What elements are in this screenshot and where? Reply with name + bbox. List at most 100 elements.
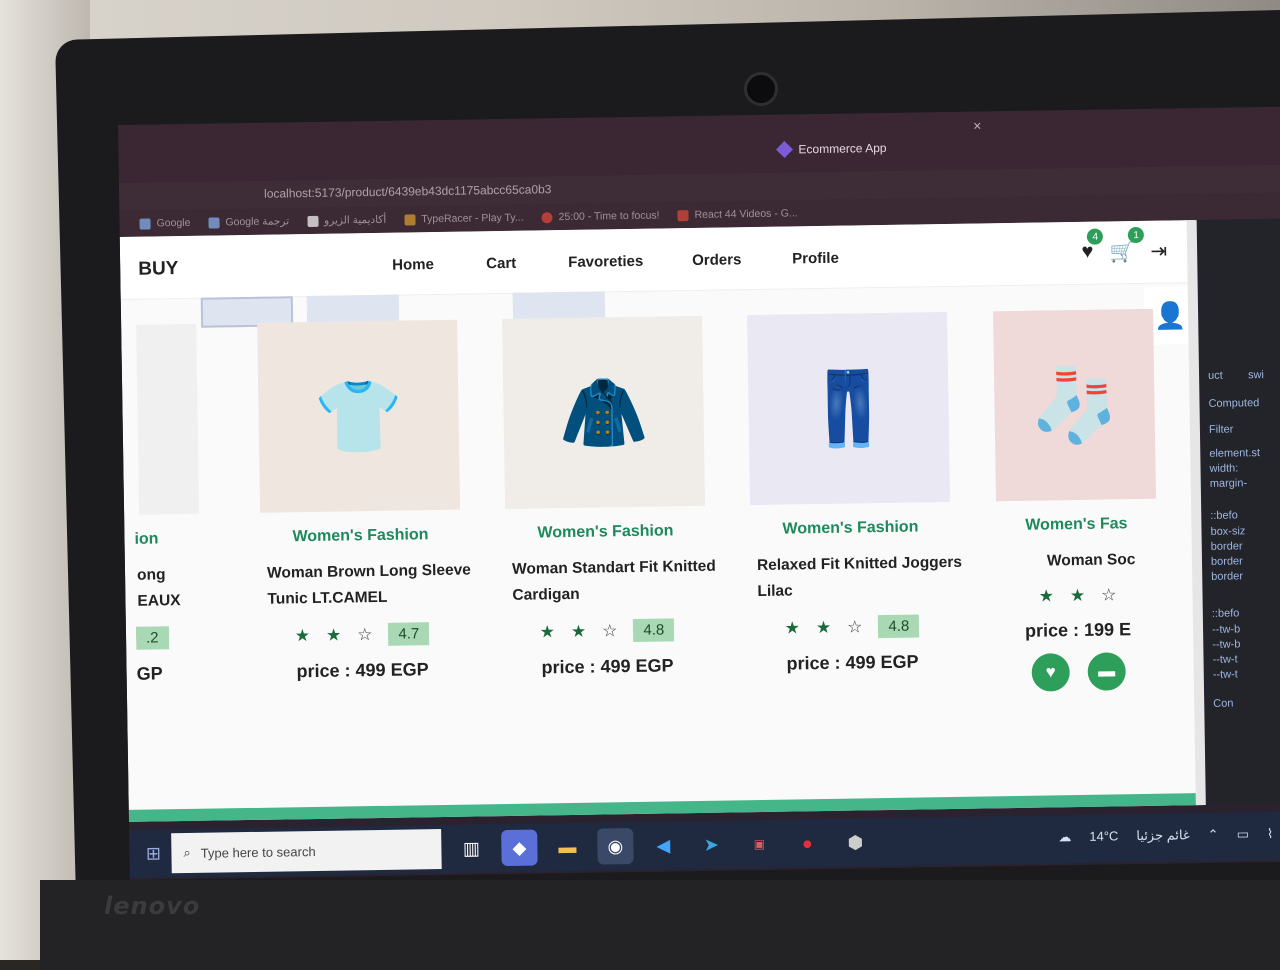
nav-orders[interactable]: Orders: [692, 251, 741, 269]
devtools-text: box-siz: [1210, 525, 1246, 538]
file-explorer-icon[interactable]: ▬: [549, 829, 586, 866]
star-filled-icon: ★: [1038, 586, 1055, 606]
chrome-icon[interactable]: ◉: [597, 827, 634, 865]
telegram-icon[interactable]: ➤: [693, 826, 730, 863]
product-rating: ★ ★ ☆ 4.8: [491, 618, 723, 645]
product-card-partial[interactable]: 🧦 Women's Fas Woman Soc ★ ★ ☆ price : 19…: [983, 308, 1170, 752]
tab-close-icon[interactable]: ×: [973, 117, 981, 133]
app-2018-icon[interactable]: ▣: [741, 826, 778, 863]
chevron-up-icon[interactable]: ⌃: [1208, 827, 1219, 843]
bookmark-typeracer[interactable]: TypeRacer - Play Ty...: [404, 212, 524, 226]
nav-cart[interactable]: Cart: [486, 255, 516, 272]
nav-home[interactable]: Home: [392, 256, 434, 274]
nav-favorites[interactable]: Favoreties: [568, 253, 643, 271]
devtools-text: width:: [1209, 462, 1239, 475]
add-to-cart-button[interactable]: ▬: [1087, 652, 1127, 691]
devtools-text: element.st: [1209, 447, 1261, 460]
laptop-logo: lenovo: [104, 892, 201, 920]
rating-value: 4.8: [878, 614, 920, 639]
devtools-text: --tw-b: [1211, 623, 1241, 636]
star-empty-icon: ☆: [602, 620, 618, 640]
product-price: price : 499 EGP: [541, 655, 674, 678]
product-card[interactable]: 👕 Women's Fashion Woman Brown Long Sleev…: [241, 319, 480, 763]
product-category: Women's Fashion: [782, 518, 919, 538]
vscode-icon[interactable]: ◀: [645, 827, 682, 864]
web-page: BUY Home Cart Favoreties Orders Profile …: [119, 220, 1204, 822]
bookmark-pomodoro[interactable]: 25:00 - Time to focus!: [541, 210, 660, 224]
translate-icon: [208, 216, 220, 229]
nav-icons: ♥ 4 🛒 1 ⇥: [1081, 226, 1167, 265]
battery-icon[interactable]: ▭: [1237, 826, 1250, 842]
bookmark-zero-academy[interactable]: أكاديمية الزيرو: [306, 213, 387, 227]
record-icon[interactable]: ●: [789, 825, 826, 862]
bookmark-react-videos[interactable]: React 44 Videos - G...: [677, 207, 798, 221]
product-rating: .2: [135, 626, 206, 650]
product-title: Woman Standart Fit Knitted Cardigan: [511, 557, 716, 604]
windows-start-icon[interactable]: ⊞: [135, 843, 171, 865]
product-title: Woman Soc: [1046, 551, 1136, 570]
bookmark-label: TypeRacer - Play Ty...: [421, 211, 524, 226]
socks-icon: 🧦: [993, 308, 1156, 502]
url-text[interactable]: localhost:5173/product/6439eb43dc1175abc…: [264, 182, 552, 201]
devtools-text[interactable]: swi: [1248, 369, 1264, 381]
google-icon: [139, 218, 151, 230]
product-category: Women's Fas: [1025, 515, 1128, 534]
devtools-tab-computed[interactable]: Computed: [1208, 397, 1259, 410]
search-icon: ⌕: [183, 844, 191, 861]
bookmark-google-translate[interactable]: Google ترجمة: [208, 215, 289, 228]
devtools-text[interactable]: uct: [1208, 370, 1223, 382]
bookmark-label: أكاديمية الزيرو: [323, 213, 387, 227]
devtools-text: --tw-b: [1212, 638, 1241, 651]
product-category: Women's Fashion: [292, 526, 429, 546]
webcam: [744, 72, 778, 106]
devtools-text: ::befo: [1210, 509, 1238, 522]
e-icon: [306, 215, 319, 227]
typeracer-icon: [404, 213, 416, 226]
taskbar-search[interactable]: ⌕ Type here to search: [171, 829, 442, 874]
product-card-partial[interactable]: ion ong EAUX .2 GP: [131, 323, 208, 765]
star-filled-icon: ★: [294, 625, 311, 645]
rating-value: .2: [135, 626, 169, 650]
weather-icon[interactable]: ☁: [1058, 829, 1071, 845]
star-filled-icon: ★: [815, 617, 832, 637]
star-empty-icon: ☆: [1100, 585, 1117, 605]
bookmark-label: Google: [156, 216, 191, 230]
product-price: price : 499 EGP: [296, 659, 429, 682]
product-card[interactable]: 🧥 Women's Fashion Woman Standart Fit Kni…: [486, 315, 725, 760]
temperature[interactable]: 14°C: [1089, 828, 1118, 844]
product-rating: ★ ★ ☆ 4.7: [246, 621, 478, 648]
virtualbox-icon[interactable]: ⬢: [837, 824, 874, 861]
logout-icon[interactable]: ⇥: [1150, 239, 1167, 264]
copilot-icon[interactable]: ◆: [501, 829, 538, 867]
devtools-text: border: [1210, 555, 1243, 568]
add-to-favorites-button[interactable]: ♥: [1031, 653, 1071, 692]
devtools-text: ::befo: [1211, 607, 1240, 620]
product-carousel: ion ong EAUX .2 GP 👕 Women's Fashion Woma…: [134, 308, 1188, 774]
brand-logo[interactable]: BUY: [138, 258, 178, 281]
devtools-filter[interactable]: Filter: [1209, 424, 1234, 436]
task-view-icon[interactable]: ▥: [453, 830, 490, 867]
devtools-panel: uct swi Computed Filter element.st width…: [1197, 218, 1280, 805]
favorites-count-badge: 4: [1087, 228, 1104, 245]
devtools-text[interactable]: Con: [1213, 698, 1233, 710]
product-category: ion: [134, 530, 159, 548]
product-rating: ★ ★ ☆: [987, 585, 1167, 608]
product-card[interactable]: 👖 Women's Fashion Relaxed Fit Knitted Jo…: [731, 312, 970, 756]
devtools-text: margin-: [1209, 477, 1248, 490]
weather-text[interactable]: غائم جزئيا: [1136, 827, 1190, 844]
product-rating: ★ ★ ☆ 4.8: [736, 614, 968, 641]
bookmark-label: Google ترجمة: [225, 215, 290, 229]
devtools-text: --tw-t: [1212, 668, 1238, 681]
tab-ecommerce-app[interactable]: Ecommerce App: [775, 137, 887, 161]
jacket-icon: 🧥: [502, 315, 706, 509]
nav-profile[interactable]: Profile: [792, 250, 839, 268]
laptop-bezel-bottom: [40, 880, 1280, 970]
bookmark-google[interactable]: Google: [139, 217, 190, 230]
tab-label: Ecommerce App: [798, 140, 887, 157]
heart-icon[interactable]: ♥ 4: [1081, 228, 1104, 264]
product-actions: ♥ ▬: [988, 652, 1169, 693]
vite-icon: [775, 141, 793, 159]
wifi-icon[interactable]: ⌇: [1267, 826, 1274, 842]
product-price: GP: [136, 663, 163, 684]
cart-icon[interactable]: 🛒 1: [1109, 226, 1145, 264]
